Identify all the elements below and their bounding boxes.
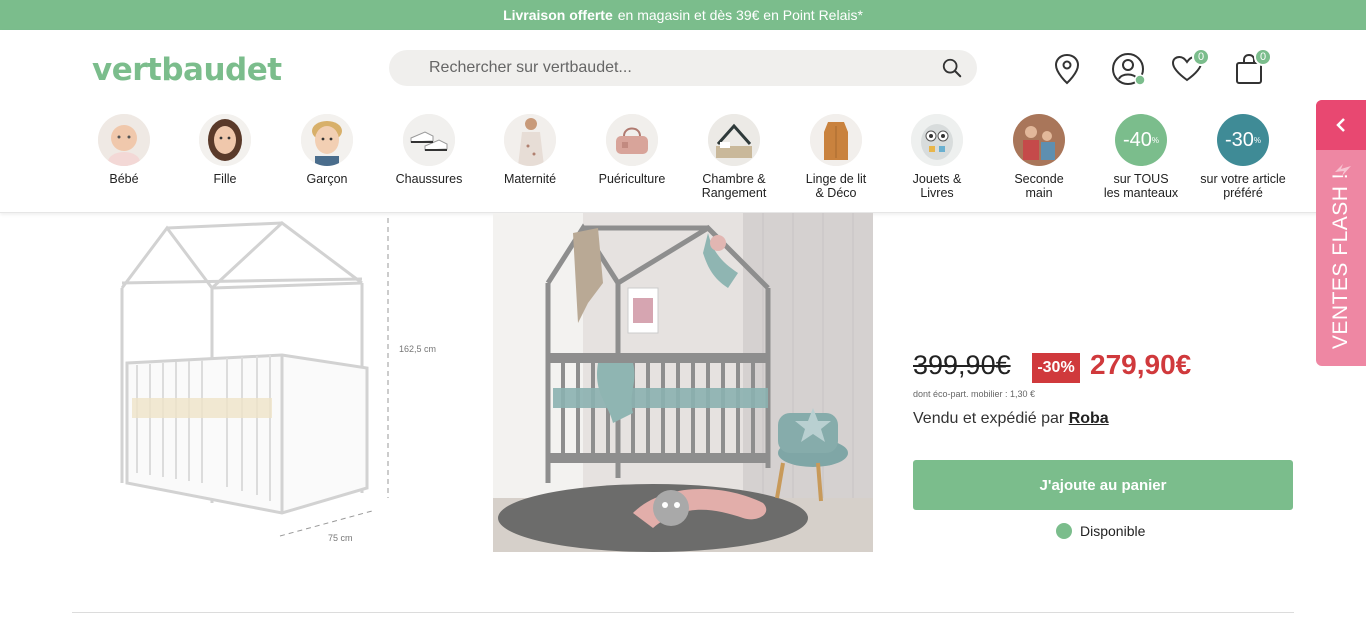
flash-tab-label-wrap: VENTES FLASH ! bbox=[1316, 156, 1366, 366]
search-input[interactable] bbox=[429, 59, 909, 77]
product-dimension-image[interactable]: 162,5 cm 75 cm bbox=[92, 213, 462, 553]
flash-tab-toggle[interactable] bbox=[1316, 100, 1366, 150]
sleeping-bag-photo-icon bbox=[810, 114, 862, 166]
section-divider bbox=[72, 612, 1294, 613]
product-lifestyle-image[interactable] bbox=[493, 213, 873, 552]
category-label: Puériculture bbox=[598, 172, 666, 186]
toy-photo-icon bbox=[911, 114, 963, 166]
category-label: Fille bbox=[213, 172, 237, 186]
promo-percent: -30 bbox=[1224, 128, 1254, 151]
crib-room-photo bbox=[493, 213, 873, 552]
category-jouets-livres[interactable]: Jouets & Livres bbox=[885, 114, 989, 200]
account-button[interactable] bbox=[1111, 52, 1146, 86]
category-label: Garçon bbox=[306, 172, 348, 186]
banner-text: en magasin et dès 39€ en Point Relais* bbox=[617, 7, 863, 23]
category-label: sur votre article préféré bbox=[1200, 172, 1286, 200]
sale-price: 279,90€ bbox=[1090, 349, 1192, 380]
category-fille[interactable]: Fille bbox=[173, 114, 277, 186]
store-locator-icon[interactable] bbox=[1050, 52, 1084, 86]
category-bebe[interactable]: Bébé bbox=[72, 114, 176, 186]
category-puericulture[interactable]: Puériculture bbox=[580, 114, 684, 186]
category-label: Seconde main bbox=[1014, 172, 1064, 200]
category-maternite[interactable]: Maternité bbox=[478, 114, 582, 186]
category-nav: Bébé Fille Garçon Chaussures Maternité P… bbox=[72, 114, 1312, 210]
category-label: Chaussures bbox=[395, 172, 463, 186]
promo-percent: -40 bbox=[1122, 128, 1152, 151]
seller-info: Vendu et expédié par Roba bbox=[913, 410, 1109, 428]
availability-status: Disponible bbox=[1056, 523, 1145, 539]
category-seconde-main[interactable]: Seconde main bbox=[987, 114, 1091, 200]
wishlist-button[interactable]: 0 bbox=[1170, 48, 1210, 86]
add-to-cart-button[interactable]: J'ajoute au panier bbox=[913, 460, 1293, 510]
baby-photo-icon bbox=[98, 114, 150, 166]
wishlist-count-badge: 0 bbox=[1192, 48, 1210, 66]
category-label: Chambre & Rangement bbox=[701, 172, 767, 200]
category-label: Bébé bbox=[109, 172, 139, 186]
second-hand-photo-icon bbox=[1013, 114, 1065, 166]
promo-manteaux[interactable]: -40% sur TOUS les manteaux bbox=[1089, 114, 1193, 200]
seller-prefix: Vendu et expédié par bbox=[913, 410, 1065, 427]
site-logo[interactable]: vertbaudet bbox=[92, 52, 282, 88]
discount-40-badge: -40% bbox=[1115, 114, 1167, 166]
category-label: Maternité bbox=[503, 172, 557, 186]
nursery-bag-photo-icon bbox=[606, 114, 658, 166]
bedroom-photo-icon bbox=[708, 114, 760, 166]
category-label: Jouets & Livres bbox=[912, 172, 962, 200]
boy-photo-icon bbox=[301, 114, 353, 166]
chevron-left-icon bbox=[1336, 118, 1345, 132]
height-dimension-label: 162,5 cm bbox=[399, 344, 436, 354]
site-header: vertbaudet 0 0 bbox=[0, 30, 1366, 213]
flash-sales-tab[interactable]: VENTES FLASH ! bbox=[1316, 100, 1366, 366]
category-label: Linge de lit & Déco bbox=[805, 172, 867, 200]
banner-bold-text: Livraison offerte bbox=[503, 7, 613, 23]
cart-button[interactable]: 0 bbox=[1232, 48, 1272, 86]
search-icon[interactable] bbox=[941, 57, 963, 79]
promo-article-prefere[interactable]: -30% sur votre article préféré bbox=[1191, 114, 1295, 200]
category-chambre-rangement[interactable]: Chambre & Rangement bbox=[682, 114, 786, 200]
maternity-photo-icon bbox=[504, 114, 556, 166]
seller-link[interactable]: Roba bbox=[1069, 410, 1109, 427]
search-bar bbox=[389, 50, 977, 86]
availability-dot-icon bbox=[1056, 523, 1072, 539]
cart-count-badge: 0 bbox=[1254, 48, 1272, 66]
category-label: sur TOUS les manteaux bbox=[1103, 172, 1179, 200]
discount-badge: -30% bbox=[1032, 353, 1080, 383]
user-icon bbox=[1112, 53, 1146, 86]
original-price: 399,90€ bbox=[913, 350, 1011, 380]
girl-photo-icon bbox=[199, 114, 251, 166]
flash-tab-label: VENTES FLASH ! bbox=[1329, 172, 1352, 350]
category-garcon[interactable]: Garçon bbox=[275, 114, 379, 186]
width-dimension-label: 75 cm bbox=[328, 533, 353, 543]
shoes-photo-icon bbox=[403, 114, 455, 166]
promo-banner: Livraison offerte en magasin et dès 39€ … bbox=[0, 0, 1366, 30]
discount-30-badge: -30% bbox=[1217, 114, 1269, 166]
category-chaussures[interactable]: Chaussures bbox=[377, 114, 481, 186]
eco-participation-text: dont éco-part. mobilier : 1,30 € bbox=[913, 389, 1036, 399]
category-linge-deco[interactable]: Linge de lit & Déco bbox=[784, 114, 888, 200]
availability-text: Disponible bbox=[1080, 523, 1146, 539]
